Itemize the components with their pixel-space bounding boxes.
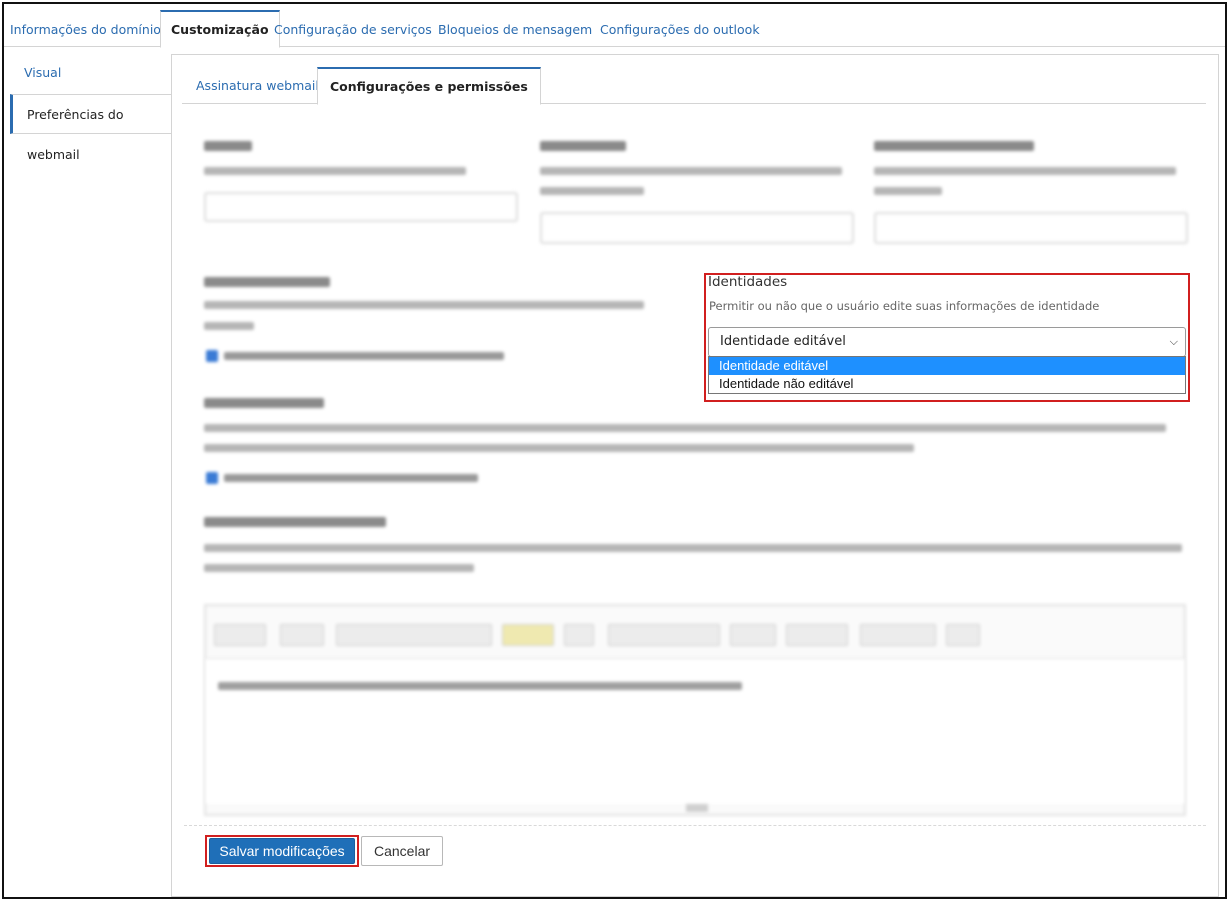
blurred-toolbar-button[interactable] — [502, 624, 554, 646]
blurred-editor-body[interactable] — [206, 658, 1184, 804]
blurred-resize-handle[interactable] — [686, 804, 708, 812]
blurred-toolbar-button[interactable] — [946, 624, 980, 646]
blurred-toolbar-button[interactable] — [564, 624, 594, 646]
blurred-text — [540, 167, 842, 175]
chevron-down-icon: ⌵ — [1169, 335, 1178, 348]
blurred-toolbar-button[interactable] — [860, 624, 936, 646]
tab-settings-permissions[interactable]: Configurações e permissões — [317, 67, 541, 105]
blurred-text — [218, 682, 742, 690]
blurred-checkbox[interactable] — [206, 472, 218, 484]
blurred-text — [874, 167, 1176, 175]
tab-webmail-signature[interactable]: Assinatura webmail — [196, 67, 319, 104]
cancel-button[interactable]: Cancelar — [361, 836, 443, 866]
sub-tab-bar: Assinatura webmail Configurações e permi… — [182, 67, 1206, 105]
blurred-text — [204, 544, 1182, 552]
blurred-heading — [204, 517, 386, 527]
blurred-text — [874, 187, 942, 195]
identities-selected-value: Identidade editável — [720, 334, 846, 349]
blurred-input[interactable] — [540, 212, 854, 244]
blurred-text — [204, 444, 914, 452]
sidebar-item-webmail-preferences[interactable]: Preferências do webmail — [10, 94, 172, 162]
tab-service-config[interactable]: Configuração de serviços — [274, 13, 432, 47]
option-identity-editable[interactable]: Identidade editável — [709, 357, 1185, 375]
blurred-text — [224, 352, 504, 360]
identities-description: Permitir ou não que o usuário edite suas… — [709, 299, 1100, 313]
blurred-text — [224, 474, 478, 482]
blurred-text — [204, 424, 1166, 432]
blurred-toolbar-button[interactable] — [608, 624, 720, 646]
top-tab-bar: Informações do domínio Customização Conf… — [4, 8, 1225, 48]
blurred-heading — [204, 277, 330, 287]
tab-customization[interactable]: Customização — [160, 10, 280, 48]
option-identity-not-editable[interactable]: Identidade não editável — [709, 375, 1185, 393]
save-button[interactable]: Salvar modificações — [209, 838, 355, 864]
blurred-heading — [204, 141, 252, 151]
blurred-text — [204, 167, 466, 175]
tab-domain-info[interactable]: Informações do domínio — [10, 13, 161, 47]
blurred-text — [204, 322, 254, 330]
blurred-text — [204, 301, 644, 309]
identities-dropdown: Identidade editável Identidade não editá… — [708, 356, 1186, 394]
blurred-toolbar-button[interactable] — [786, 624, 848, 646]
blurred-heading — [540, 141, 626, 151]
blurred-toolbar-button[interactable] — [214, 624, 266, 646]
blurred-input[interactable] — [204, 192, 518, 222]
blurred-heading — [874, 141, 1034, 151]
blurred-toolbar-button[interactable] — [280, 624, 324, 646]
identities-title: Identidades — [708, 274, 788, 290]
tab-outlook-config[interactable]: Configurações do outlook — [600, 13, 760, 47]
identities-select[interactable]: Identidade editável ⌵ — [708, 327, 1186, 357]
blurred-text — [540, 187, 644, 195]
blurred-toolbar-button[interactable] — [730, 624, 776, 646]
tab-message-blocks[interactable]: Bloqueios de mensagem — [438, 13, 592, 47]
sidebar-item-visual[interactable]: Visual — [10, 54, 172, 92]
blurred-text — [204, 564, 474, 572]
blurred-checkbox[interactable] — [206, 350, 218, 362]
app-frame: Informações do domínio Customização Conf… — [2, 2, 1227, 899]
blurred-toolbar-button[interactable] — [336, 624, 492, 646]
footer-divider — [184, 825, 1206, 826]
blurred-heading — [204, 398, 324, 408]
blurred-input[interactable] — [874, 212, 1188, 244]
